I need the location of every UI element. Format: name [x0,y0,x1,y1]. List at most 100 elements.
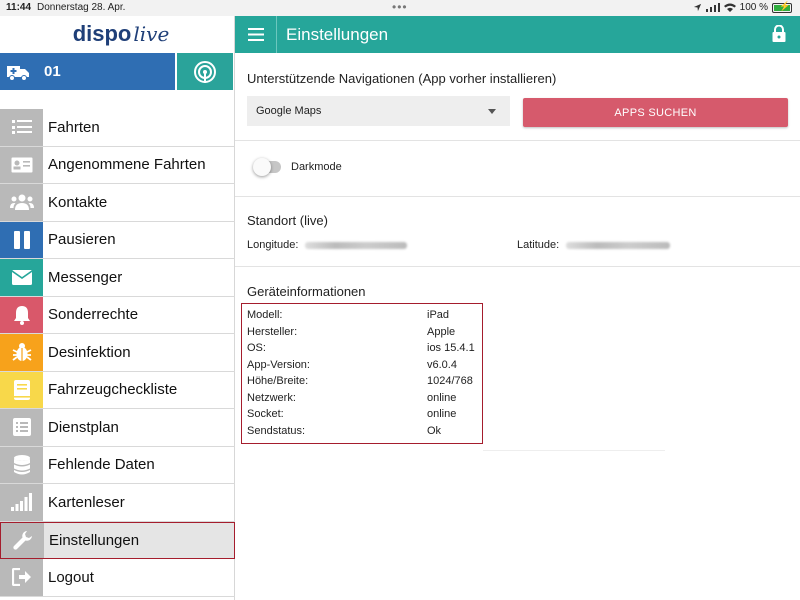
battery-percent: 100 % [739,2,768,13]
navigation-app-select[interactable]: Google Maps [247,96,510,126]
device-info-key: Hersteller: [247,325,298,338]
sidebar-item-label: Einstellungen [49,531,140,549]
search-apps-button[interactable]: APPS SUCHEN [523,98,788,127]
signal-icon [0,484,43,521]
envelope-icon [0,259,43,296]
latitude-label: Latitude: [517,239,560,251]
sidebar-item-sonderrechte[interactable]: Sonderrechte [0,296,235,334]
wrench-icon [1,522,44,558]
sidebar-item-label: Angenommene Fahrten [48,156,206,174]
id-card-icon [0,146,43,183]
sidebar-item-label: Fehlende Daten [48,456,155,474]
sidebar-item-label: Kontakte [48,193,108,211]
radio-button[interactable] [177,53,233,90]
device-info-value: v6.0.4 [427,358,457,371]
sidebar-item-messenger[interactable]: Messenger [0,259,235,297]
device-info-row: OS: ios 15.4.1 [247,342,479,354]
latitude-value-blurred [566,242,670,249]
sidebar-item-kontakte[interactable]: Kontakte [0,184,235,222]
lock-button[interactable] [772,24,786,47]
sidebar-item-label: Fahrten [48,118,100,136]
sidebar-item-einstellungen[interactable]: Einstellungen [0,521,235,559]
longitude-label: Longitude: [247,239,299,251]
hamburger-icon [247,28,264,41]
wifi-icon [723,3,736,12]
sidebar-item-label: Dienstplan [48,418,119,436]
sidebar-item-label: Fahrzeugcheckliste [48,381,178,399]
device-info-title: Geräteinformationen [247,284,366,299]
clock: 11:44 [6,2,32,13]
ambulance-icon [0,63,36,81]
device-info-value: online [427,391,457,404]
battery-icon: ⚡ [772,1,792,13]
device-info-value: iPad [427,309,450,321]
device-info-row: Netzwerk: online [247,392,479,404]
sidebar-item-label: Messenger [48,268,123,286]
device-info-row: Hersteller: Apple [247,326,479,338]
sidebar-item-label: Pausieren [48,231,116,249]
device-info-value: 1024/768 [427,375,473,387]
sidebar-item-desinfektion[interactable]: Desinfektion [0,334,235,372]
multitask-dots[interactable]: ••• [392,0,408,14]
device-info-key: Höhe/Breite: [247,375,309,387]
location-title: Standort (live) [247,213,328,228]
device-info-box: Modell: iPad Hersteller: Apple OS: ios 15.4.1… [241,303,483,444]
date: Donnerstag 28. Apr. [37,2,126,13]
longitude-value-blurred [305,242,407,249]
device-info-value: Ok [427,424,442,437]
divider [483,450,665,451]
device-info-key: Socket: [247,408,284,420]
logout-icon [0,559,43,596]
device-info-row: App-Version: v6.0.4 [247,359,479,371]
sidebar-item-fehlende-daten[interactable]: Fehlende Daten [0,446,235,484]
device-info-key: Sendstatus: [247,424,306,437]
status-icons: 100 % ⚡ [693,1,792,13]
sidebar-item-label: Desinfektion [48,343,131,361]
app-logo: dispo live [72,21,170,46]
users-icon [0,184,43,221]
cellular-signal-icon [705,3,720,12]
sidebar-item-dienstplan[interactable]: Dienstplan [0,409,235,447]
bug-icon [0,334,43,371]
location-section: Standort (live) Longitude: Latitude: [235,197,800,267]
book-icon [0,371,43,408]
sidebar-item-kartenleser[interactable]: Kartenleser [0,484,235,522]
database-icon [0,446,43,483]
vehicle-number: 01 [44,63,61,80]
sidebar-item-label: Sonderrechte [48,306,139,324]
device-info-key: Modell: [247,309,283,321]
sidebar-menu: Fahrten Angenommene Fahrten Kontakte Pausie… [0,109,235,597]
sidebar-item-logout[interactable]: Logout [0,559,235,597]
bell-icon [0,296,43,333]
darkmode-toggle[interactable] [253,158,281,176]
device-info-value: Apple [427,325,456,338]
sidebar-item-label: Logout [48,568,94,586]
sidebar-item-angenommene-fahrten[interactable]: Angenommene Fahrten [0,146,235,184]
sidebar-item-pausieren[interactable]: Pausieren [0,221,235,259]
toggle-knob [253,158,271,176]
navigation-title: Unterstützende Navigationen (App vorher … [247,71,557,86]
device-info-key: App-Version: [247,358,310,371]
device-info-value: ios 15.4.1 [427,342,475,354]
device-info-row: Sendstatus: Ok [247,425,479,437]
dropdown-caret-icon [488,109,496,114]
vehicle-selector[interactable]: 01 [0,53,175,90]
darkmode-label: Darkmode [291,161,342,173]
device-info-row: Höhe/Breite: 1024/768 [247,375,479,387]
sidebar-item-label: Kartenleser [48,493,125,511]
sidebar-item-fahrten[interactable]: Fahrten [0,109,235,147]
pause-icon [0,221,43,258]
lock-icon [772,24,786,42]
app-header: Einstellungen [235,16,800,53]
radio-signal-icon [194,60,216,83]
location-icon [693,3,701,12]
navigation-section: Unterstützende Navigationen (App vorher … [235,53,800,141]
device-info-row: Modell: iPad [247,309,479,321]
page-title: Einstellungen [286,24,389,44]
device-info-key: OS: [247,342,266,354]
list-icon [0,109,43,146]
sidebar-item-fahrzeugcheckliste[interactable]: Fahrzeugcheckliste [0,371,235,409]
menu-button[interactable] [235,16,277,53]
device-info-key: Netzwerk: [247,391,296,404]
device-info-value: online [427,408,457,420]
